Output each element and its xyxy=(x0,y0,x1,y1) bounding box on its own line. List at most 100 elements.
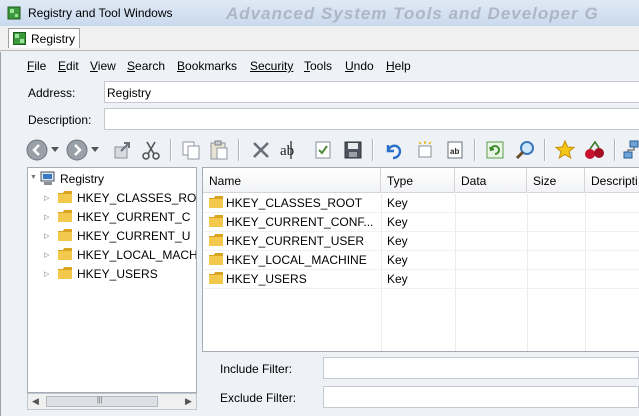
tree-node-label: HKEY_CURRENT_U xyxy=(77,229,191,243)
row-type: Key xyxy=(387,215,408,229)
folder-icon xyxy=(209,215,223,227)
network-icon xyxy=(623,140,639,159)
list-row[interactable]: HKEY_CURRENT_CONF... Key xyxy=(203,212,639,232)
undo-button[interactable] xyxy=(380,137,406,163)
cut-button[interactable] xyxy=(138,137,164,163)
menu-view[interactable]: View xyxy=(90,59,116,73)
expand-icon[interactable]: ▷ xyxy=(44,213,49,221)
back-button[interactable] xyxy=(24,137,50,163)
list-header: Name Type Data Size Descripti xyxy=(203,168,639,193)
toolbar-separator xyxy=(544,139,546,161)
address-field[interactable]: Registry xyxy=(104,81,639,103)
rename-icon: ab xyxy=(280,141,294,159)
forward-button[interactable] xyxy=(64,137,90,163)
expand-icon[interactable]: ▷ xyxy=(44,270,49,278)
paste-icon xyxy=(210,140,228,160)
expand-icon[interactable]: ▷ xyxy=(44,232,49,240)
scroll-left-icon[interactable]: ◀ xyxy=(32,396,39,407)
tree-horizontal-scrollbar[interactable]: ◀ ||| ▶ xyxy=(27,393,197,410)
copy-icon xyxy=(182,141,200,160)
column-header-type[interactable]: Type xyxy=(381,168,455,192)
column-header-name[interactable]: Name xyxy=(203,168,381,192)
list-row[interactable]: HKEY_CLASSES_ROOT Key xyxy=(203,193,639,213)
include-filter-input[interactable] xyxy=(323,357,639,379)
toolbar-separator xyxy=(170,139,172,161)
menu-edit[interactable]: Edit xyxy=(58,59,79,73)
column-header-description[interactable]: Descripti xyxy=(585,168,639,192)
back-icon xyxy=(26,139,48,161)
window-title: Registry and Tool Windows xyxy=(28,6,173,20)
forward-dropdown[interactable] xyxy=(90,137,100,163)
folder-icon xyxy=(58,191,72,203)
toolbar-separator xyxy=(614,139,616,161)
description-row: Description: xyxy=(18,108,639,132)
app-icon xyxy=(7,6,21,20)
menu-help[interactable]: Help xyxy=(386,59,411,73)
description-field[interactable] xyxy=(104,108,639,130)
row-type: Key xyxy=(387,253,408,267)
delete-icon xyxy=(253,142,269,158)
collapse-icon[interactable]: ▼ xyxy=(30,174,37,181)
address-row: Address: Registry xyxy=(18,81,639,105)
address-value: Registry xyxy=(107,86,152,100)
expand-icon[interactable]: ▷ xyxy=(44,251,49,259)
menu-tools[interactable]: Tools xyxy=(304,59,332,73)
paste-button[interactable] xyxy=(206,137,232,163)
values-list[interactable]: Name Type Data Size Descripti HKEY_CLASS… xyxy=(202,167,639,352)
list-row[interactable]: HKEY_LOCAL_MACHINE Key xyxy=(203,250,639,270)
row-name: HKEY_LOCAL_MACHINE xyxy=(226,253,367,267)
refresh-button[interactable] xyxy=(482,137,508,163)
delete-button[interactable] xyxy=(248,137,274,163)
menu-search[interactable]: Search xyxy=(127,59,165,73)
tab-strip xyxy=(0,26,639,51)
find-button[interactable] xyxy=(512,137,538,163)
new-value-button[interactable]: ab xyxy=(442,137,468,163)
column-header-data[interactable]: Data xyxy=(455,168,527,192)
toolbar-separator xyxy=(372,139,374,161)
address-label: Address: xyxy=(28,86,76,100)
row-name: HKEY_CURRENT_USER xyxy=(226,234,365,248)
save-button[interactable] xyxy=(340,137,366,163)
forward-icon xyxy=(66,139,88,161)
menu-bookmarks[interactable]: Bookmarks xyxy=(177,59,237,73)
watermark-banner: Advanced System Tools and Developer G xyxy=(226,4,599,23)
filter-panel: Include Filter: Exclude Filter: xyxy=(202,352,639,416)
exclude-filter-input[interactable] xyxy=(323,386,639,408)
network-button[interactable] xyxy=(620,137,639,163)
menu-file[interactable]: File xyxy=(27,59,46,73)
bookmark-button[interactable] xyxy=(552,137,578,163)
tree-node-label: HKEY_LOCAL_MACH xyxy=(77,248,197,262)
expand-icon[interactable]: ▷ xyxy=(44,194,49,202)
new-key-button[interactable] xyxy=(412,137,438,163)
folder-icon xyxy=(209,272,223,284)
rename-button[interactable]: ab xyxy=(278,137,304,163)
tree-node-label: HKEY_CLASSES_RO xyxy=(77,191,197,205)
registry-tab-icon xyxy=(13,32,26,45)
menu-security[interactable]: Security xyxy=(250,59,293,73)
row-name: HKEY_CLASSES_ROOT xyxy=(226,196,363,210)
list-row[interactable]: HKEY_CURRENT_USER Key xyxy=(203,231,639,251)
tab-registry[interactable]: Registry xyxy=(8,28,80,48)
cherries-button[interactable] xyxy=(582,137,608,163)
exclude-filter-label: Exclude Filter: xyxy=(220,391,297,405)
column-header-size[interactable]: Size xyxy=(527,168,585,192)
jump-button[interactable] xyxy=(110,137,136,163)
save-icon xyxy=(344,141,362,159)
folder-icon xyxy=(58,210,72,222)
menu-undo[interactable]: Undo xyxy=(345,59,374,73)
registry-tree[interactable]: ▼ Registry ▷ HKEY_CLASSES_RO ▷ HKEY_CURR… xyxy=(27,167,197,393)
back-dropdown[interactable] xyxy=(50,137,60,163)
new-value-icon: ab xyxy=(447,141,463,159)
properties-button[interactable] xyxy=(310,137,336,163)
dropdown-icon xyxy=(91,147,99,152)
folder-icon xyxy=(58,248,72,260)
include-filter-label: Include Filter: xyxy=(220,362,293,376)
scroll-right-icon[interactable]: ▶ xyxy=(185,396,192,407)
tree-root-label: Registry xyxy=(60,172,105,186)
title-bar: Registry and Tool Windows Advanced Syste… xyxy=(0,0,639,27)
toolbar-separator xyxy=(238,139,240,161)
cherries-icon xyxy=(585,140,604,159)
copy-button[interactable] xyxy=(178,137,204,163)
list-row[interactable]: HKEY_USERS Key xyxy=(203,269,639,289)
scrollbar-thumb[interactable]: ||| xyxy=(46,396,158,407)
